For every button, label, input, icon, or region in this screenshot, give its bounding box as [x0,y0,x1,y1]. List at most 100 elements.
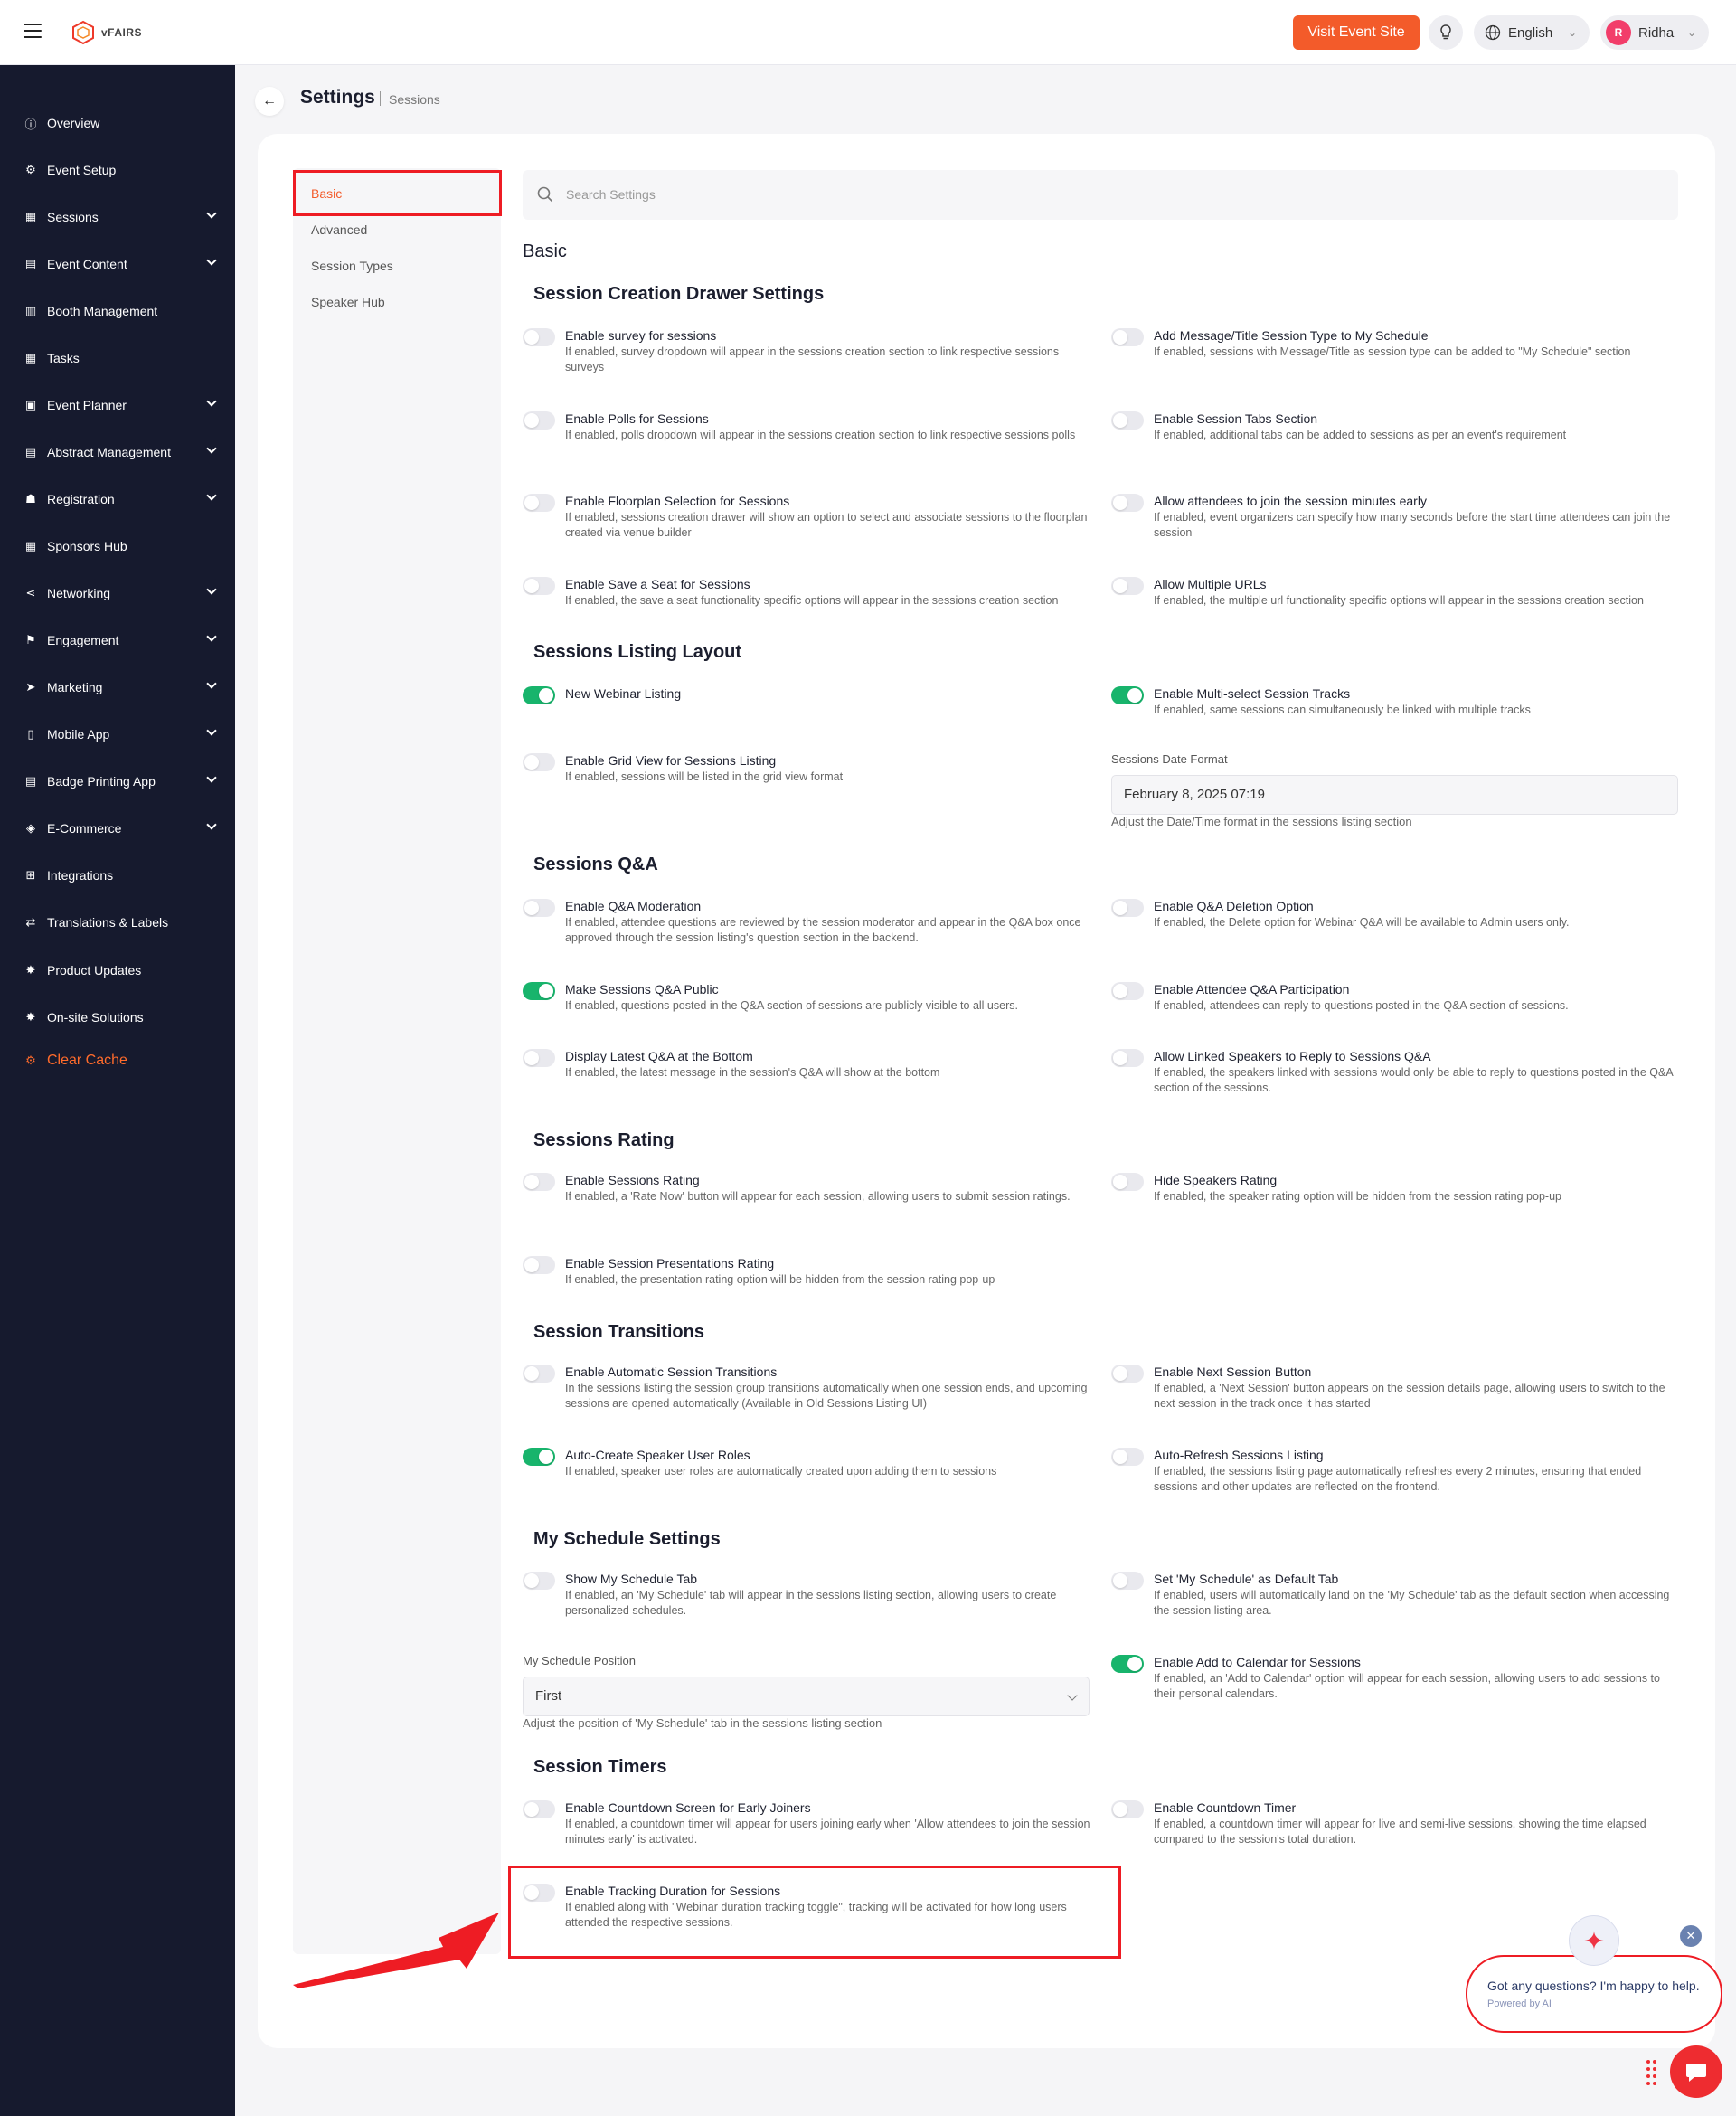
sidebar-item-event-setup[interactable]: ⚙ Event Setup [0,152,235,188]
setting-description: If enabled, sessions will be listed in t… [565,770,844,783]
chevron-down-icon: ⌄ [1686,26,1696,39]
sidebar-item-on-site-solutions[interactable]: ✸ On-site Solutions [0,999,235,1035]
sidebar-item-integrations[interactable]: ⊞ Integrations [0,857,235,893]
gear-icon: ⚙ [25,163,36,176]
sidebar-item-abstract-management[interactable]: ▤ Abstract Management [0,434,235,470]
toggle-switch[interactable] [1111,1049,1144,1067]
info-icon: ⓘ [24,117,37,131]
section-heading: Sessions Q&A [533,855,658,874]
date-format-field[interactable]: February 8, 2025 07:19 [1111,775,1678,815]
toggle-switch[interactable] [523,577,555,595]
toggle-switch[interactable] [1111,1448,1144,1466]
breadcrumb[interactable]: Sessions [389,92,440,107]
sidebar-item-product-updates[interactable]: ✸ Product Updates [0,952,235,988]
clear-cache-button[interactable]: ⚙ Clear Cache [0,1043,235,1079]
sidebar-item-translations-labels[interactable]: ⇄ Translations & Labels [0,904,235,940]
toggle-switch[interactable] [523,1448,555,1466]
subnav-item-speaker-hub[interactable]: Speaker Hub [311,295,385,309]
toggle-switch[interactable] [1111,1655,1144,1673]
toggle-switch[interactable] [523,753,555,771]
sidebar-item-mobile-app[interactable]: ▯ Mobile App [0,716,235,752]
setting-description: If enabled, questions posted in the Q&A … [565,999,1018,1012]
sidebar-item-label: Tasks [47,351,80,365]
setting-description: If enabled, event organizers can specify… [1154,511,1671,539]
chat-launcher-button[interactable] [1670,2045,1722,2098]
toggle-switch[interactable] [1111,686,1144,704]
toggle-switch[interactable] [1111,328,1144,346]
chat-prompt-bubble[interactable] [1466,1955,1722,2033]
toggle-switch[interactable] [1111,899,1144,917]
close-icon[interactable]: ✕ [1680,1925,1702,1947]
mobile-icon: ▯ [27,727,34,741]
drag-handle-icon[interactable] [1646,2060,1657,2085]
toggle-switch[interactable] [1111,411,1144,430]
sidebar-item-overview[interactable]: ⓘ Overview [0,105,235,141]
language-select[interactable]: English ⌄ [1474,15,1590,50]
sidebar-item-label: On-site Solutions [47,1010,144,1025]
setting-title: Enable Attendee Q&A Participation [1154,982,1350,997]
chevron-down-icon [206,772,217,783]
toggle-switch[interactable] [523,1049,555,1067]
toggle-switch[interactable] [523,686,555,704]
back-arrow-icon[interactable]: ← [255,87,284,116]
sidebar-item-marketing[interactable]: ➤ Marketing [0,669,235,705]
setting-title: Make Sessions Q&A Public [565,982,719,997]
breadcrumb-divider [380,91,381,106]
toggle-switch[interactable] [1111,577,1144,595]
sidebar-item-engagement[interactable]: ⚑ Engagement [0,622,235,658]
toggle-switch[interactable] [523,411,555,430]
toggle-switch[interactable] [523,328,555,346]
toggle-switch[interactable] [523,494,555,512]
search-input[interactable]: Search Settings [523,170,1678,220]
sidebar-item-e-commerce[interactable]: ◈ E-Commerce [0,810,235,846]
sidebar-item-booth-management[interactable]: ▥ Booth Management [0,293,235,329]
content-heading: Basic [523,241,567,261]
toggle-switch[interactable] [1111,982,1144,1000]
toggle-switch[interactable] [523,1572,555,1590]
setting-description: If enabled, an 'My Schedule' tab will ap… [565,1589,1057,1617]
user-menu[interactable]: R Ridha ⌄ [1600,15,1709,50]
brand-logo[interactable]: vFAIRS [71,18,142,47]
menu-icon[interactable] [24,24,42,38]
toggle-switch[interactable] [1111,1800,1144,1818]
subnav-item-session-types[interactable]: Session Types [311,259,393,273]
subnav-item-advanced[interactable]: Advanced [311,222,367,237]
setting-title: Enable Countdown Screen for Early Joiner… [565,1800,811,1815]
sidebar-item-label: Event Planner [47,398,127,412]
sidebar-item-registration[interactable]: ☗ Registration [0,481,235,517]
sidebar-item-sessions[interactable]: ▦ Sessions [0,199,235,235]
toggle-switch[interactable] [1111,494,1144,512]
chevron-down-icon [206,584,217,595]
visit-event-site-button[interactable]: Visit Event Site [1293,15,1420,50]
lightbulb-icon[interactable] [1429,15,1463,50]
setting-description: If enabled, a countdown timer will appea… [565,1818,1090,1846]
chat-icon [1686,2064,1706,2082]
sidebar-item-event-content[interactable]: ▤ Event Content [0,246,235,282]
sidebar-item-sponsors-hub[interactable]: ▦ Sponsors Hub [0,528,235,564]
toggle-switch[interactable] [1111,1365,1144,1383]
toggle-switch[interactable] [523,1256,555,1274]
schedule-position-select[interactable]: First [523,1677,1090,1716]
sidebar-item-badge-printing-app[interactable]: ▤ Badge Printing App [0,763,235,799]
toggle-switch[interactable] [523,1173,555,1191]
toggle-switch[interactable] [1111,1173,1144,1191]
toggle-switch[interactable] [1111,1572,1144,1590]
chevron-down-icon [206,819,217,830]
clear-cache-label: Clear Cache [47,1053,127,1068]
toggle-switch[interactable] [523,1800,555,1818]
setting-title: Enable Q&A Moderation [565,899,702,913]
setting-title: Add Message/Title Session Type to My Sch… [1154,328,1429,343]
globe-icon [1485,24,1501,41]
megaphone-icon: ✸ [25,963,36,977]
toggle-switch[interactable] [523,982,555,1000]
setting-title: Auto-Create Speaker User Roles [565,1448,750,1462]
sidebar-item-event-planner[interactable]: ▣ Event Planner [0,387,235,423]
setting-title: Display Latest Q&A at the Bottom [565,1049,753,1063]
toggle-switch[interactable] [523,899,555,917]
highlight-box [508,1866,1121,1959]
setting-description: If enabled, the save a seat functionalit… [565,594,1059,607]
toggle-switch[interactable] [523,1365,555,1383]
sidebar-item-tasks[interactable]: ▦ Tasks [0,340,235,376]
section-heading: Sessions Listing Layout [533,642,742,662]
sidebar-item-networking[interactable]: ⋖ Networking [0,575,235,611]
